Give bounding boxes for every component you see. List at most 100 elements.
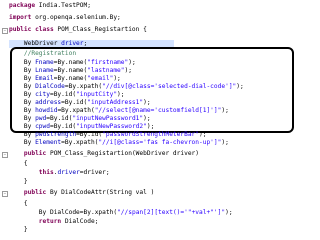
code-text: return DialCode; xyxy=(9,218,99,226)
code-token: ); xyxy=(199,131,207,138)
code-text: By Element=By.xpath("//i[@class='fas fa-… xyxy=(9,139,229,147)
code-token: } xyxy=(9,226,28,233)
fold-toggle-icon[interactable]: − xyxy=(2,191,8,197)
code-text: By howdid=By.xpath("//select[@name='cust… xyxy=(9,107,229,115)
code-token: Fname xyxy=(35,59,54,66)
code-token: By xyxy=(9,99,36,106)
code-token: ); xyxy=(146,123,155,130)
code-token: public xyxy=(9,150,47,157)
code-token: ); xyxy=(236,83,244,90)
code-token: //Registration xyxy=(9,50,77,57)
code-token: India.TestPOM; xyxy=(35,2,91,9)
code-text: By DialCode=By.xpath("//div[@class='sele… xyxy=(9,83,244,91)
fold-toggle-icon[interactable]: − xyxy=(2,28,8,34)
code-text: By pwdstrength=By.id("passwordStrengthMe… xyxy=(9,131,207,139)
code-text: public POM_Class_Registartion(WebDriver … xyxy=(9,150,199,158)
code-token: ); xyxy=(117,91,125,98)
code-editor[interactable]: package India.TestPOM; import org.openqa.… xyxy=(0,0,300,234)
code-token: public class xyxy=(9,26,54,33)
code-token: package xyxy=(9,2,36,9)
code-token: ); xyxy=(221,139,229,146)
code-token: "inputNewPassword2" xyxy=(76,123,147,130)
code-token: "//span[2][text()='"+val+"']" xyxy=(117,209,226,216)
code-token: Lname xyxy=(35,67,54,74)
code-token: return xyxy=(9,218,62,225)
code-token: By DialCodeAttr(String val ) xyxy=(46,189,155,196)
code-token: By xyxy=(9,83,36,90)
code-token: Element xyxy=(35,139,62,146)
code-text: By Email=By.name("email"); xyxy=(9,75,121,83)
fold-toggle-icon[interactable]: − xyxy=(2,152,8,158)
code-token: By xyxy=(9,115,36,122)
code-token: "//i[@class='fas fa-chevron-up']" xyxy=(98,139,222,146)
code-token: =By.name( xyxy=(53,75,88,82)
code-text: WebDriver driver; xyxy=(9,40,87,48)
code-token: DialCode xyxy=(35,83,65,90)
code-token: =By.id( xyxy=(76,131,103,138)
code-text: By Lname=By.name("lastname"); xyxy=(9,67,132,75)
code-token: =By.xpath( xyxy=(79,209,118,216)
code-token: =By.id( xyxy=(61,99,88,106)
code-token: DialCode xyxy=(49,209,80,216)
code-token: ); xyxy=(143,115,151,122)
code-text: { xyxy=(9,160,28,168)
code-token: By xyxy=(9,67,36,74)
code-token: By xyxy=(9,209,50,216)
code-text: package India.TestPOM; xyxy=(9,2,91,10)
code-token: =By.xpath( xyxy=(57,107,95,114)
code-token: By xyxy=(9,91,36,98)
code-text: By pwd=By.id("inputNewPassword1"); xyxy=(9,115,151,123)
code-token: =By.name( xyxy=(53,59,88,66)
code-token: ); xyxy=(225,209,233,216)
code-text: } xyxy=(9,226,28,234)
code-token: { xyxy=(9,200,28,207)
code-token: POM_Class_Registartion(WebDriver driver) xyxy=(46,150,199,157)
code-token: cpwd xyxy=(35,123,50,130)
code-token: =driver; xyxy=(79,169,110,176)
code-token: import xyxy=(9,14,32,21)
code-token: WebDriver xyxy=(9,40,62,47)
code-token: By xyxy=(9,75,36,82)
code-token: =By.id( xyxy=(49,123,77,130)
code-text: By Fname=By.name("firstname"); xyxy=(9,59,136,67)
code-token: =By.id( xyxy=(49,91,77,98)
code-token: ; xyxy=(83,40,88,47)
code-text: By cpwd=By.id("inputNewPassword2"); xyxy=(9,123,154,131)
code-text: By address=By.id("inputAddress1"); xyxy=(9,99,151,107)
code-token: ); xyxy=(221,107,229,114)
code-text: public class POM_Class_Registartion { xyxy=(9,26,147,34)
code-token: By xyxy=(9,139,36,146)
code-token: driver xyxy=(61,40,84,47)
code-token: { xyxy=(9,160,28,167)
code-token: pwd xyxy=(35,115,47,122)
code-token: =By.id( xyxy=(46,115,73,122)
code-token: By xyxy=(9,131,36,138)
code-text: } xyxy=(9,178,28,186)
code-token: "inputCity" xyxy=(76,91,118,98)
code-text: public By DialCodeAttr(String val ) xyxy=(9,189,154,197)
code-text: { xyxy=(9,200,28,208)
code-token: POM_Class_Registartion { xyxy=(53,26,147,33)
code-text: import org.openqa.selenium.By; xyxy=(9,14,121,22)
code-text: this.driver=driver; xyxy=(9,169,110,177)
code-text: By DialCode=By.xpath("//span[2][text()='… xyxy=(9,209,233,217)
code-token: By xyxy=(9,107,36,114)
code-token: "passwordStrengthMeterBar" xyxy=(102,131,199,138)
code-token: ); xyxy=(128,59,136,66)
code-token: DialCode; xyxy=(61,218,99,225)
code-token: this xyxy=(9,169,54,176)
code-token: howdid xyxy=(35,107,58,114)
code-token: ); xyxy=(124,67,132,74)
code-token: By xyxy=(9,123,36,130)
code-token: ); xyxy=(113,75,121,82)
code-token: "//div[@class='selected-dial-code']" xyxy=(102,83,237,90)
code-token: "email" xyxy=(87,75,114,82)
code-token: By xyxy=(9,59,36,66)
code-token: ); xyxy=(143,99,151,106)
code-token: =By.xpath( xyxy=(64,83,103,90)
code-token: org.openqa.selenium.By; xyxy=(31,14,121,21)
code-text: //Registration xyxy=(9,50,76,58)
code-token: "firstname" xyxy=(87,59,129,66)
code-text: By city=By.id("inputCity"); xyxy=(9,91,125,99)
code-token: "inputNewPassword1" xyxy=(72,115,144,122)
